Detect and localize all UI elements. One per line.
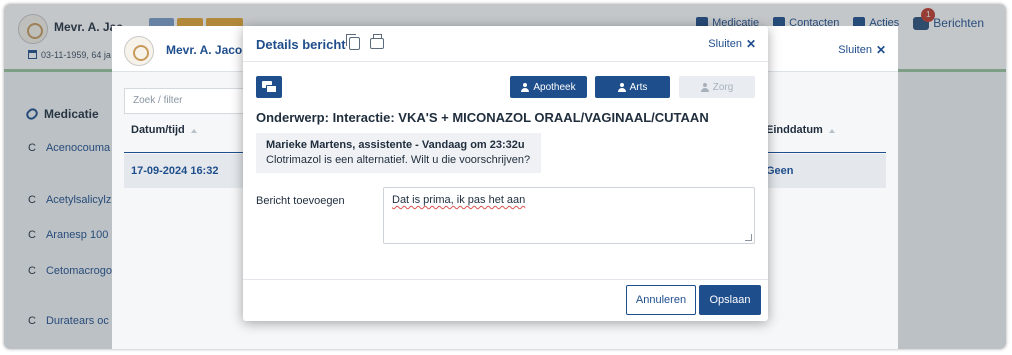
close-icon: ✕	[875, 43, 886, 57]
add-message-label: Bericht toevoegen	[256, 195, 345, 207]
dialog-header: Details bericht Sluiten ✕	[243, 26, 768, 62]
close-icon: ✕	[745, 37, 756, 51]
close-button[interactable]: Sluiten ✕	[708, 37, 756, 51]
sort-icon	[190, 124, 197, 133]
column-header-end[interactable]: Einddatum	[766, 124, 835, 136]
save-button[interactable]: Opslaan	[699, 285, 761, 315]
message-bubble: Marieke Martens, assistente - Vandaag om…	[256, 133, 541, 173]
close-button[interactable]: Sluiten ✕	[838, 43, 886, 57]
cancel-button[interactable]: Annuleren	[626, 285, 696, 315]
column-header-date[interactable]: Datum/tijd	[131, 124, 197, 136]
row-end-date: Geen	[766, 165, 794, 177]
message-detail-dialog: Details bericht Sluiten ✕ Apotheek Arts Z…	[243, 26, 768, 321]
add-message-textarea[interactable]: Dat is prima, ik pas het aan	[383, 187, 755, 244]
person-icon	[521, 82, 530, 92]
filter-input[interactable]: Zoek / filter	[124, 88, 244, 114]
patient-name: Mevr. A. Jaco	[166, 43, 243, 57]
row-date: 17-09-2024 16:32	[131, 165, 219, 177]
conversation-button[interactable]	[256, 76, 282, 98]
recipient-arts-button[interactable]: Arts	[595, 76, 670, 98]
person-icon	[617, 82, 626, 92]
message-subject: Onderwerp: Interactie: VKA'S + MICONAZOL…	[256, 110, 709, 125]
textarea-value: Dat is prima, ik pas het aan	[392, 194, 526, 206]
copy-icon[interactable]	[346, 34, 360, 50]
message-text: Clotrimazol is een alternatief. Wilt u d…	[266, 154, 531, 166]
sort-icon	[828, 124, 835, 133]
resize-handle[interactable]	[745, 234, 752, 241]
dialog-title: Details bericht	[256, 37, 346, 52]
patient-avatar	[124, 36, 154, 66]
people-icon	[700, 82, 709, 92]
print-icon[interactable]	[370, 34, 384, 49]
recipient-apotheek-button[interactable]: Apotheek	[510, 76, 587, 98]
message-author: Marieke Martens, assistente - Vandaag om…	[266, 139, 525, 151]
footer-divider	[243, 279, 768, 280]
recipient-zorg-button[interactable]: Zorg	[679, 76, 755, 98]
